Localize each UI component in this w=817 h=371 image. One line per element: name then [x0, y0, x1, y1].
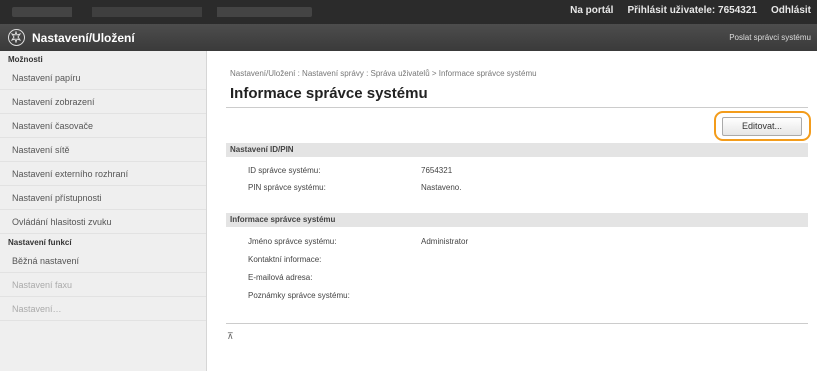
- row-admin-notes: Poznámky správce systému:: [248, 291, 421, 300]
- sidebar-item-fax[interactable]: Nastavení faxu: [0, 273, 206, 297]
- edit-button[interactable]: Editovat...: [722, 117, 802, 136]
- row-label: Poznámky správce systému:: [248, 291, 350, 300]
- sidebar-section-functions: Nastavení funkcí: [8, 238, 72, 247]
- sidebar-item-timer[interactable]: Nastavení časovače: [0, 114, 206, 138]
- sidebar-item-display[interactable]: Nastavení zobrazení: [0, 90, 206, 114]
- row-value: Nastaveno.: [421, 183, 462, 192]
- bottom-divider: [226, 323, 808, 324]
- sidebar-item-common[interactable]: Běžná nastavení: [0, 249, 206, 273]
- title-bar: Nastavení/Uložení Poslat správci systému: [0, 24, 817, 51]
- app-title: Nastavení/Uložení: [32, 31, 135, 45]
- edit-button-highlight: Editovat...: [714, 111, 811, 141]
- row-contact-info: Kontaktní informace:: [248, 255, 421, 264]
- logout-link[interactable]: Odhlásit: [771, 5, 811, 16]
- row-label: ID správce systému:: [248, 166, 321, 175]
- top-bar: Na portál Přihlásit uživatele: 7654321 O…: [0, 0, 817, 24]
- section-id-pin: Nastavení ID/PIN: [226, 143, 808, 157]
- portal-link[interactable]: Na portál: [570, 5, 613, 16]
- row-admin-pin: PIN správce systému: Nastaveno.: [248, 183, 461, 192]
- sidebar-item-volume[interactable]: Ovládání hlasitosti zvuku: [0, 210, 206, 234]
- page-top-icon[interactable]: ⊼: [227, 331, 234, 342]
- row-label: E-mailová adresa:: [248, 273, 313, 282]
- login-user-id: 7654321: [718, 5, 757, 16]
- top-links: Na portál Přihlásit uživatele: 7654321 O…: [570, 5, 811, 16]
- blurred-header-text: [12, 7, 312, 17]
- title-divider: [226, 107, 808, 108]
- breadcrumb[interactable]: Nastavení/Uložení : Nastavení správy : S…: [230, 69, 537, 78]
- login-label: Přihlásit uživatele:: [627, 5, 716, 16]
- row-value: Administrator: [421, 237, 469, 246]
- row-value: 7654321: [421, 166, 453, 175]
- sidebar-item-network[interactable]: Nastavení sítě: [0, 138, 206, 162]
- sidebar-item-external-interface[interactable]: Nastavení externího rozhraní: [0, 162, 206, 186]
- sidebar-item-more[interactable]: Nastavení…: [0, 297, 206, 321]
- sidebar: Možnosti Nastavení papíru Nastavení zobr…: [0, 51, 207, 371]
- mail-admin-link[interactable]: Poslat správci systému: [729, 33, 811, 42]
- row-label: Kontaktní informace:: [248, 255, 322, 264]
- row-admin-id: ID správce systému: 7654321: [248, 166, 452, 175]
- section-admin-info: Informace správce systému: [226, 213, 808, 227]
- sidebar-section-options: Možnosti: [8, 55, 43, 64]
- row-email: E-mailová adresa:: [248, 273, 421, 282]
- settings-logo-icon: [8, 29, 25, 46]
- row-label: Jméno správce systému:: [248, 237, 337, 246]
- login-user-label: Přihlásit uživatele: 7654321: [627, 5, 757, 16]
- sidebar-item-paper[interactable]: Nastavení papíru: [0, 66, 206, 90]
- row-admin-name: Jméno správce systému: Administrator: [248, 237, 468, 246]
- row-label: PIN správce systému:: [248, 183, 326, 192]
- page-title: Informace správce systému: [230, 85, 428, 102]
- sidebar-item-accessibility[interactable]: Nastavení přístupnosti: [0, 186, 206, 210]
